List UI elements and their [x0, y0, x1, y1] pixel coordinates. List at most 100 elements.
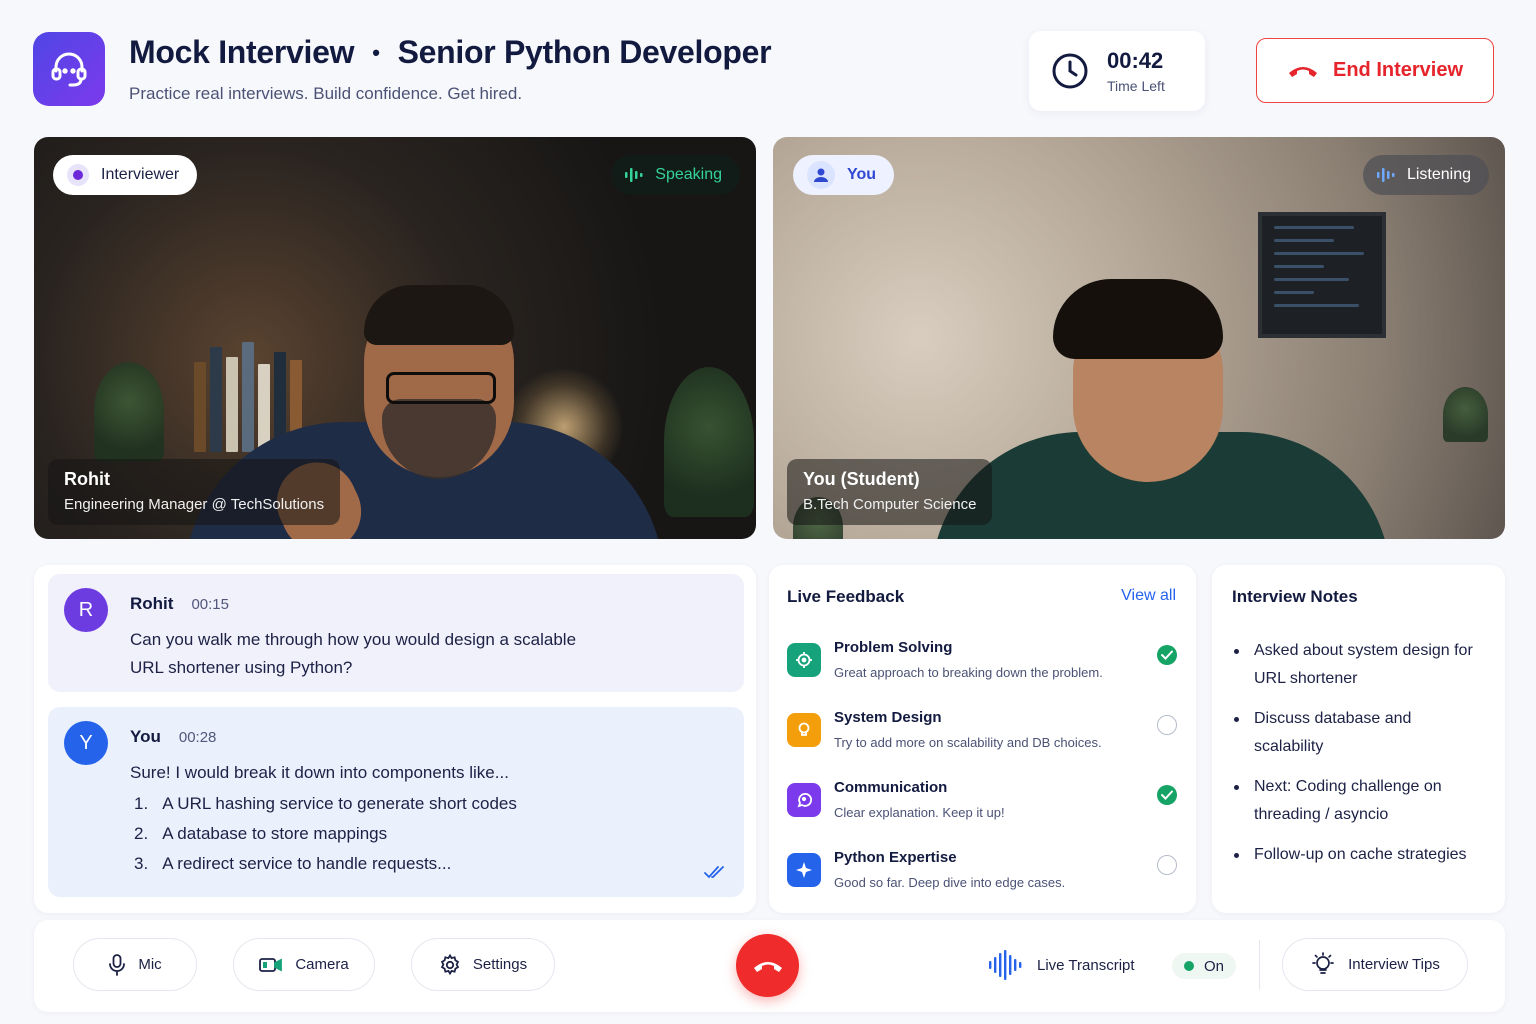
student-name: You (Student): [803, 469, 920, 489]
control-bar: Mic Camera Settings Live Transcript On I…: [34, 920, 1505, 1012]
note-item: Follow-up on cache strategies: [1232, 841, 1482, 869]
list-item: 2. A database to store mappings: [134, 819, 517, 849]
waveform-icon: [989, 950, 1022, 980]
transcript-status-label: On: [1204, 957, 1225, 975]
lightbulb-icon: [787, 713, 821, 747]
check-circle-icon: [1157, 785, 1177, 805]
notes-list: Asked about system design for URL shorte…: [1232, 637, 1482, 881]
clock-icon: [1052, 53, 1088, 89]
interview-tips-button[interactable]: Interview Tips: [1282, 938, 1468, 991]
check-circle-icon: [1157, 645, 1177, 665]
lightbulb-icon: [1312, 951, 1334, 974]
chat-icon: [787, 783, 821, 817]
hang-up-button[interactable]: [736, 934, 799, 997]
divider: [1259, 940, 1260, 990]
feedback-item: Python Expertise Good so far. Deep dive …: [787, 847, 1177, 903]
chat-message: R Rohit 00:15 Can you walk me through ho…: [48, 574, 744, 692]
feedback-item-desc: Try to add more on scalability and DB ch…: [834, 735, 1102, 750]
chat-message: Y You 00:28 Sure! I would break it down …: [48, 707, 744, 897]
hang-up-icon: [1288, 66, 1317, 77]
title-text: Mock Interview: [129, 34, 355, 70]
live-transcript-toggle[interactable]: Live Transcript: [989, 950, 1135, 980]
feedback-title: Live Feedback: [787, 587, 905, 606]
you-tag-label: You: [847, 166, 877, 183]
list-text: A redirect service to handle requests...: [162, 854, 452, 873]
you-tag: You: [793, 155, 895, 195]
feedback-item-title: Problem Solving: [834, 639, 953, 656]
timer-value: 00:42: [1107, 48, 1164, 73]
message-time: 00:15: [191, 596, 229, 613]
message-sender: You: [130, 727, 161, 746]
camera-label: Camera: [295, 956, 349, 973]
audio-wave-icon: [1376, 168, 1395, 182]
role-text: Senior Python Developer: [397, 34, 772, 70]
feedback-item: Problem Solving Great approach to breaki…: [787, 637, 1177, 693]
sparkle-icon: [787, 853, 821, 887]
settings-label: Settings: [472, 956, 528, 973]
live-feedback-panel: Live Feedback View all Problem Solving G…: [769, 565, 1196, 913]
interviewer-tag: Interviewer: [53, 155, 198, 195]
view-all-link[interactable]: View all: [1121, 587, 1176, 605]
user-icon: [807, 161, 835, 189]
camera-button[interactable]: Camera: [233, 938, 375, 991]
empty-circle-icon: [1157, 715, 1177, 735]
status-dot: [1184, 961, 1194, 971]
interviewer-role: Engineering Manager @ TechSolutions: [64, 496, 325, 513]
mic-button[interactable]: Mic: [73, 938, 197, 991]
headset-icon: [51, 52, 87, 87]
code-board-background: [1258, 212, 1386, 338]
phone-hang-up-icon: [753, 961, 782, 972]
end-interview-button[interactable]: End Interview: [1256, 38, 1494, 103]
student-hair: [1053, 279, 1223, 359]
feedback-item: Communication Clear explanation. Keep it…: [787, 777, 1177, 833]
feedback-item-title: System Design: [834, 709, 942, 726]
app-logo: [33, 32, 105, 106]
list-number: 2.: [134, 824, 149, 843]
double-check-icon: [704, 866, 724, 879]
mic-label: Mic: [138, 956, 162, 973]
list-item: 1. A URL hashing service to generate shor…: [134, 789, 517, 819]
chat-panel: R Rohit 00:15 Can you walk me through ho…: [34, 565, 756, 913]
student-video-tile: You Listening You (Student) B.Tech Compu…: [773, 137, 1505, 539]
page-title: Mock Interview • Senior Python Developer: [129, 34, 772, 71]
message-sender: Rohit: [130, 594, 174, 613]
speaking-status-badge: Speaking: [611, 155, 740, 195]
interviewer-tag-label: Interviewer: [101, 166, 180, 183]
empty-circle-icon: [1157, 855, 1177, 875]
plant-background: [94, 362, 164, 462]
end-interview-label: End Interview: [1332, 59, 1464, 81]
feedback-item-desc: Great approach to breaking down the prob…: [834, 665, 1103, 680]
timer-card: 00:42 Time Left: [1029, 31, 1205, 111]
message-time: 00:28: [178, 729, 217, 746]
feedback-item: System Design Try to add more on scalabi…: [787, 707, 1177, 763]
video-camera-icon: [259, 957, 283, 972]
feedback-item-title: Python Expertise: [834, 849, 957, 866]
listening-status-badge: Listening: [1362, 155, 1489, 195]
feedback-item-desc: Good so far. Deep dive into edge cases.: [834, 875, 1066, 890]
note-item: Asked about system design for URL shorte…: [1232, 637, 1482, 693]
avatar: R: [64, 588, 108, 632]
interviewer-dot-icon: [67, 164, 89, 186]
interviewer-name-plate: Rohit Engineering Manager @ TechSolution…: [48, 459, 341, 525]
note-item: Next: Coding challenge on threading / as…: [1232, 773, 1482, 829]
notes-title: Interview Notes: [1232, 587, 1358, 606]
student-name-plate: You (Student) B.Tech Computer Science: [787, 459, 993, 525]
feedback-item-desc: Clear explanation. Keep it up!: [834, 805, 1005, 820]
note-item: Discuss database and scalability: [1232, 705, 1482, 761]
message-text: Can you walk me through how you would de…: [130, 630, 577, 677]
title-separator: •: [372, 39, 380, 65]
message-list: 1. A URL hashing service to generate shor…: [134, 789, 517, 879]
list-item: 3. A redirect service to handle requests.…: [134, 849, 517, 879]
list-number: 3.: [134, 854, 149, 873]
student-role: B.Tech Computer Science: [803, 496, 977, 513]
list-number: 1.: [134, 794, 149, 813]
interview-notes-panel: Interview Notes Asked about system desig…: [1212, 565, 1505, 913]
feedback-item-title: Communication: [834, 779, 948, 796]
audio-wave-icon: [625, 168, 643, 182]
target-icon: [787, 643, 821, 677]
listening-status-label: Listening: [1406, 166, 1471, 183]
page-subtitle: Practice real interviews. Build confiden…: [129, 84, 523, 103]
transcript-status-toggle[interactable]: On: [1172, 953, 1237, 979]
settings-button[interactable]: Settings: [411, 938, 555, 991]
avatar: Y: [64, 721, 108, 765]
